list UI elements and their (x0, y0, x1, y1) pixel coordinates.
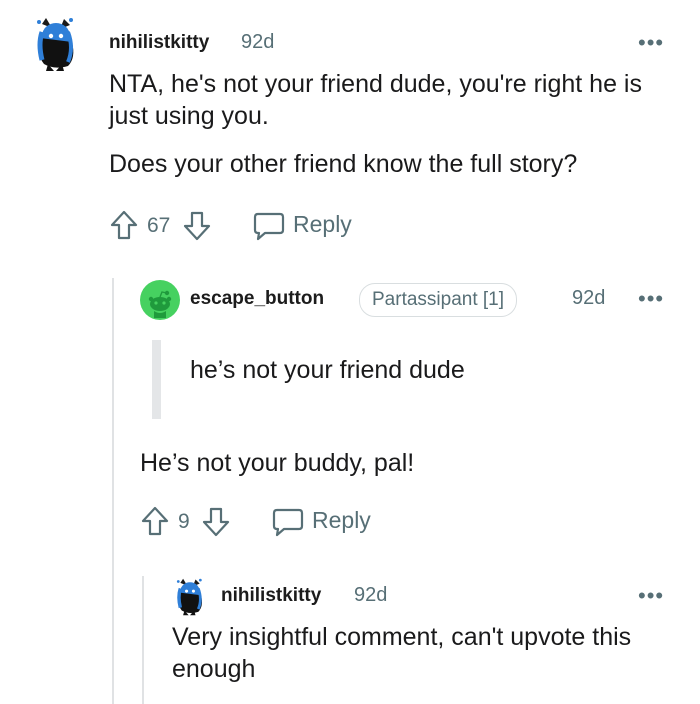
downvote-arrow-icon[interactable] (201, 506, 231, 538)
comment-timestamp: 92d (241, 31, 275, 53)
upvote-arrow-icon[interactable] (109, 209, 139, 241)
user-avatar-icon[interactable] (174, 576, 206, 616)
thread-line-level-1[interactable] (112, 278, 114, 704)
reply-button[interactable]: Reply (252, 211, 362, 241)
blockquote-text: he’s not your friend dude (190, 356, 465, 384)
reply-label: Reply (293, 211, 352, 237)
comment-username[interactable]: nihilistkitty (109, 32, 209, 54)
comment-body: Very insightful comment, can't upvote th… (172, 621, 662, 685)
snoo-avatar-icon[interactable] (140, 280, 180, 320)
speech-bubble-icon (252, 211, 286, 241)
vote-count: 9 (178, 510, 190, 533)
vote-count: 67 (147, 214, 171, 237)
more-dots-icon[interactable]: ••• (638, 585, 664, 607)
more-dots-icon[interactable]: ••• (638, 32, 664, 54)
more-dots-icon[interactable]: ••• (638, 288, 664, 310)
comment-timestamp: 92d (354, 584, 388, 606)
thread-line-level-2[interactable] (142, 576, 144, 704)
comment-timestamp: 92d (572, 287, 606, 309)
comment-paragraph: NTA, he's not your friend dude, you're r… (109, 70, 642, 130)
comment-body: NTA, he's not your friend dude, you're r… (109, 68, 679, 180)
comment-paragraph: Very insightful comment, can't upvote th… (172, 623, 632, 683)
user-flair-badge: Partassipant [1] (359, 283, 518, 317)
upvote-arrow-icon[interactable] (140, 505, 170, 537)
downvote-arrow-icon[interactable] (182, 210, 212, 242)
comment-body: He’s not your buddy, pal! (140, 447, 670, 479)
speech-bubble-icon (271, 507, 305, 537)
comment-username[interactable]: nihilistkitty (221, 585, 321, 607)
reply-button[interactable]: Reply (271, 507, 381, 537)
comment-username[interactable]: escape_button (190, 288, 324, 310)
comment-paragraph: He’s not your buddy, pal! (140, 449, 415, 477)
reply-label: Reply (312, 507, 371, 533)
blockquote-bar (152, 340, 161, 419)
comment-paragraph: Does your other friend know the full sto… (109, 150, 578, 178)
user-avatar-icon[interactable] (34, 14, 78, 72)
